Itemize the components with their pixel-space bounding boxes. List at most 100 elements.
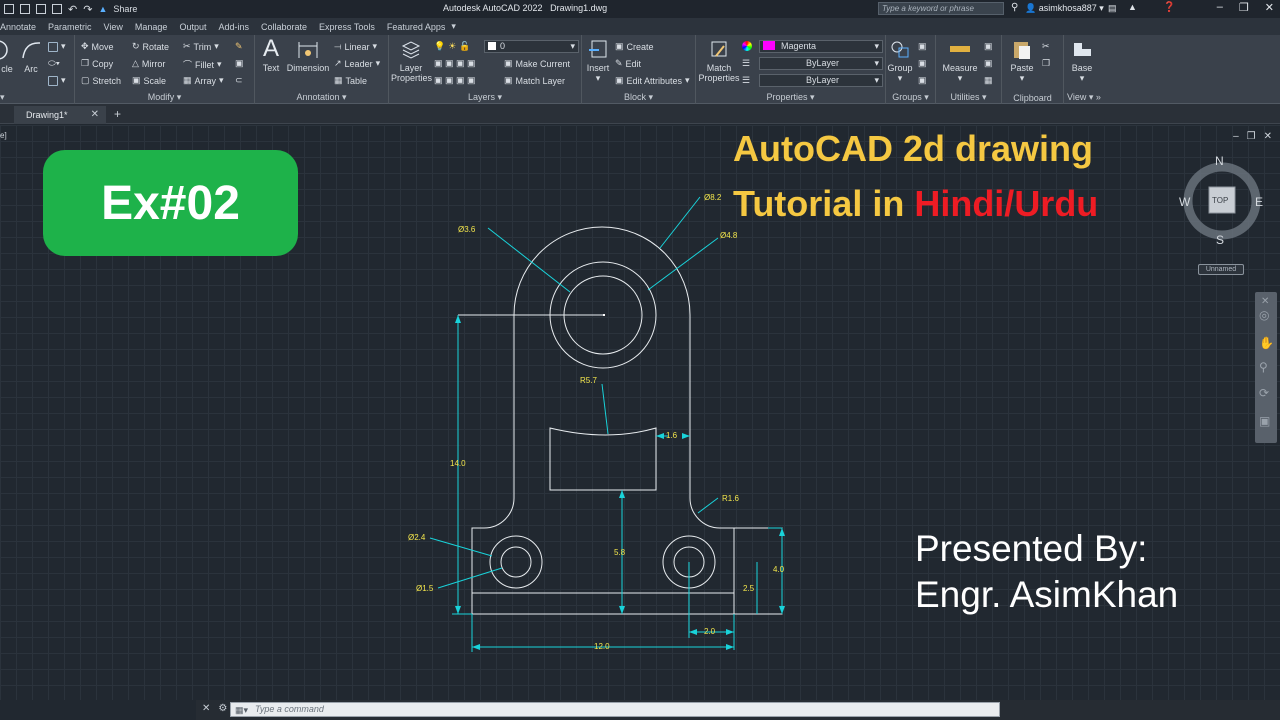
- close-tab-icon[interactable]: ✕: [91, 106, 99, 124]
- dimension-button[interactable]: Dimension: [286, 38, 330, 73]
- explode-button[interactable]: ▣: [235, 58, 244, 69]
- id-point-icon[interactable]: ▣: [984, 58, 993, 69]
- redo-icon[interactable]: ↷: [83, 3, 92, 16]
- layer-dropdown[interactable]: 0 ▾: [484, 40, 579, 53]
- clipboard-panel-title[interactable]: Clipboard: [1002, 93, 1063, 103]
- command-settings-icon[interactable]: ⚙: [218, 703, 227, 714]
- hatch-icon[interactable]: ▾: [48, 75, 66, 86]
- command-prompt-icon[interactable]: ▦▾: [235, 704, 248, 717]
- tab-manage[interactable]: Manage: [129, 22, 174, 32]
- tab-view[interactable]: View: [98, 22, 129, 32]
- showmotion-icon[interactable]: ▣: [1259, 414, 1270, 428]
- zoom-icon[interactable]: ⚲: [1259, 360, 1268, 374]
- undo-icon[interactable]: ↶: [68, 3, 77, 16]
- viewcube[interactable]: [1180, 156, 1265, 246]
- print-icon[interactable]: [52, 4, 62, 14]
- fillet-button[interactable]: ⌒ Fillet ▾: [183, 58, 222, 71]
- erase-button[interactable]: ✎: [235, 41, 243, 52]
- search-input[interactable]: Type a keyword or phrase: [878, 2, 1004, 15]
- rotate-button[interactable]: ↻ Rotate: [132, 41, 169, 52]
- tab-featured-apps[interactable]: Featured Apps: [381, 22, 452, 32]
- measure-button[interactable]: Measure ▾: [940, 38, 980, 83]
- text-button[interactable]: A Text: [259, 37, 283, 74]
- scale-button[interactable]: ▣ Scale: [132, 75, 166, 86]
- layer-tools-row1[interactable]: ▣ ▣ ▣ ▣: [434, 58, 476, 69]
- user-account[interactable]: 👤 asimkhosa887 ▾: [1025, 3, 1104, 14]
- close-icon[interactable]: ✕: [1265, 1, 1274, 14]
- layer-tools-row2[interactable]: ▣ ▣ ▣ ▣: [434, 75, 476, 86]
- layers-panel-title[interactable]: Layers ▾: [389, 92, 581, 103]
- quick-select-icon[interactable]: ▣: [984, 41, 993, 52]
- trim-button[interactable]: ✂ Trim ▾: [183, 41, 219, 52]
- new-tab-icon[interactable]: +: [114, 107, 121, 121]
- tab-collaborate[interactable]: Collaborate: [255, 22, 313, 32]
- properties-panel-title[interactable]: Properties ▾: [696, 92, 885, 103]
- tab-annotate[interactable]: Annotate: [0, 22, 42, 32]
- circle-button[interactable]: cle: [0, 39, 14, 74]
- tab-express-tools[interactable]: Express Tools: [313, 22, 381, 32]
- draw-panel-arrow[interactable]: ▾: [0, 92, 74, 103]
- viewport-restore-icon[interactable]: ❐: [1247, 131, 1256, 142]
- move-button[interactable]: ✥ Move: [81, 41, 114, 52]
- paste-button[interactable]: Paste ▾: [1008, 38, 1036, 83]
- color-wheel-icon[interactable]: [742, 41, 752, 51]
- ribbon-toggle-icon[interactable]: ▾: [451, 21, 456, 32]
- color-dropdown[interactable]: Magenta ▾: [759, 40, 883, 53]
- utilities-panel-title[interactable]: Utilities ▾: [936, 92, 1001, 103]
- save-as-icon[interactable]: [36, 4, 46, 14]
- viewport-minimize-icon[interactable]: –: [1233, 131, 1239, 142]
- stretch-button[interactable]: ▢ Stretch: [81, 75, 121, 86]
- base-button[interactable]: Base ▾: [1068, 38, 1096, 83]
- save-icon[interactable]: [20, 4, 30, 14]
- edit-attributes-button[interactable]: ▣ Edit Attributes ▾: [615, 75, 690, 86]
- help-icon[interactable]: ❓: [1163, 2, 1175, 13]
- command-input[interactable]: ▦▾ Type a command: [230, 702, 1000, 717]
- share-button[interactable]: Share: [113, 4, 137, 14]
- viewport-close-icon[interactable]: ✕: [1264, 131, 1272, 142]
- modify-panel-title[interactable]: Modify ▾: [75, 92, 254, 103]
- linear-button[interactable]: ⟞ Linear ▾: [334, 41, 377, 52]
- share-icon[interactable]: ▲: [98, 4, 107, 14]
- calculator-icon[interactable]: ▦: [984, 75, 993, 86]
- pan-icon[interactable]: ✋: [1259, 336, 1274, 350]
- group-button[interactable]: Group ▾: [886, 38, 914, 83]
- arc-button[interactable]: Arc: [18, 39, 44, 74]
- command-close-icon[interactable]: ✕: [202, 703, 210, 714]
- exchange-icon[interactable]: ▤: [1108, 3, 1117, 14]
- lineweight-dropdown[interactable]: ByLayer ▾: [759, 74, 883, 87]
- layer-state-icons[interactable]: 💡 ☀ 🔓: [434, 41, 471, 52]
- insert-button[interactable]: Insert ▾: [584, 38, 612, 83]
- offset-button[interactable]: ⊂: [235, 75, 243, 86]
- steering-wheel-icon[interactable]: ◎: [1259, 308, 1269, 322]
- ungroup-icon[interactable]: ▣: [918, 41, 927, 52]
- mirror-button[interactable]: △ Mirror: [132, 58, 165, 69]
- create-block-button[interactable]: ▣ Create: [615, 41, 654, 52]
- edit-block-button[interactable]: ✎ Edit: [615, 58, 641, 69]
- cut-icon[interactable]: ✂: [1042, 41, 1050, 52]
- array-button[interactable]: ▦ Array ▾: [183, 75, 224, 86]
- match-layer-button[interactable]: ▣ Match Layer: [504, 75, 565, 86]
- block-panel-title[interactable]: Block ▾: [582, 92, 695, 103]
- tab-output[interactable]: Output: [173, 22, 212, 32]
- tab-parametric[interactable]: Parametric: [42, 22, 98, 32]
- group-select-icon[interactable]: ▣: [918, 75, 927, 86]
- linetype-dropdown[interactable]: ByLayer ▾: [759, 57, 883, 70]
- table-button[interactable]: ▦ Table: [334, 75, 367, 86]
- ellipse-icon[interactable]: ⬭▾: [48, 58, 60, 69]
- leader-button[interactable]: ↗ Leader ▾: [334, 58, 380, 69]
- a360-icon[interactable]: ▲: [1128, 2, 1137, 12]
- open-icon[interactable]: [4, 4, 14, 14]
- group-edit-icon[interactable]: ▣: [918, 58, 927, 69]
- view-panel-title[interactable]: View ▾ »: [1064, 92, 1104, 103]
- maximize-icon[interactable]: ❐: [1239, 1, 1249, 14]
- rectangle-icon[interactable]: ▾: [48, 41, 66, 52]
- orbit-icon[interactable]: ⟳: [1259, 386, 1269, 400]
- annotation-panel-title[interactable]: Annotation ▾: [255, 92, 388, 103]
- ucs-menu[interactable]: Unnamed: [1198, 264, 1244, 275]
- tab-drawing1[interactable]: Drawing1* ✕: [14, 106, 106, 124]
- search-icon[interactable]: ⚲: [1011, 2, 1018, 13]
- groups-panel-title[interactable]: Groups ▾: [886, 92, 935, 103]
- make-current-button[interactable]: ▣ Make Current: [504, 58, 570, 69]
- copy-clip-icon[interactable]: ❐: [1042, 58, 1050, 69]
- layer-properties-button[interactable]: Layer Properties: [391, 38, 432, 83]
